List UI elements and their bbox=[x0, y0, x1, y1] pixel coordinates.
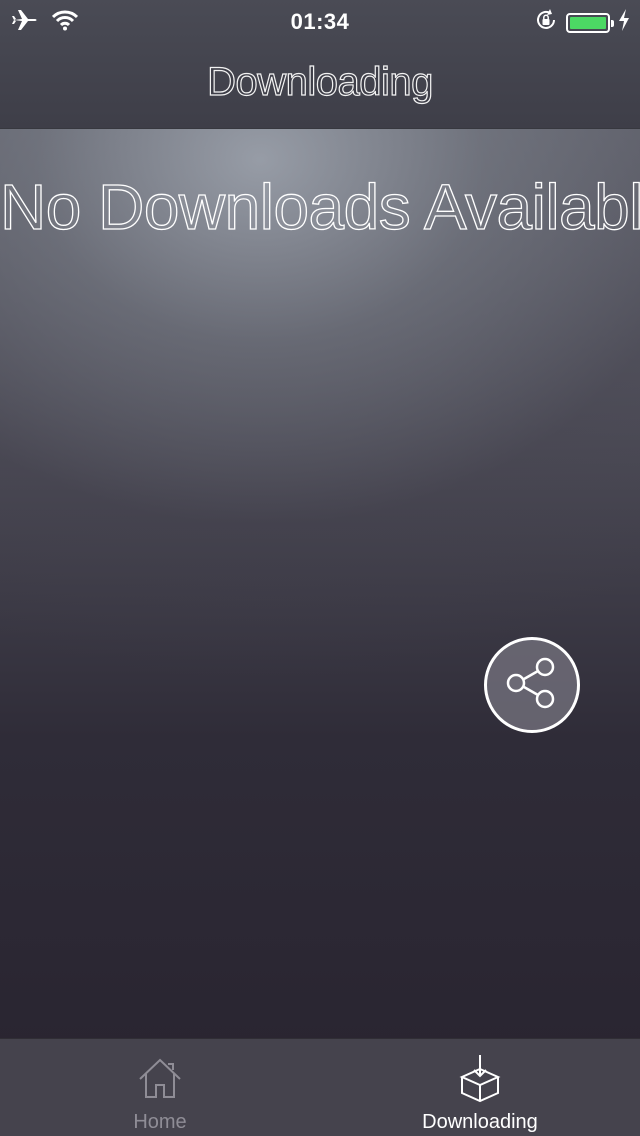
tab-downloading[interactable]: Downloading bbox=[320, 1039, 640, 1136]
tab-home-label: Home bbox=[133, 1111, 187, 1133]
share-icon bbox=[501, 652, 563, 719]
tab-bar: Home Downloading bbox=[0, 1038, 640, 1136]
empty-state-message: No Downloads Available bbox=[0, 170, 640, 243]
tab-downloading-label: Downloading bbox=[422, 1111, 538, 1133]
status-bar: 01:34 bbox=[0, 0, 640, 40]
app-screen: Downloading 01:34 No Downloads Available… bbox=[0, 0, 640, 1136]
battery-tip bbox=[611, 19, 614, 27]
battery-level bbox=[570, 16, 606, 29]
tab-home[interactable]: Home bbox=[0, 1039, 320, 1136]
charging-bolt-icon bbox=[618, 9, 630, 36]
battery-icon bbox=[566, 12, 614, 33]
rotation-lock-icon bbox=[534, 8, 558, 37]
page-title: Downloading bbox=[207, 59, 434, 104]
download-box-icon bbox=[456, 1055, 504, 1103]
status-right bbox=[534, 8, 630, 37]
house-icon bbox=[136, 1055, 184, 1103]
share-button[interactable] bbox=[484, 637, 580, 733]
